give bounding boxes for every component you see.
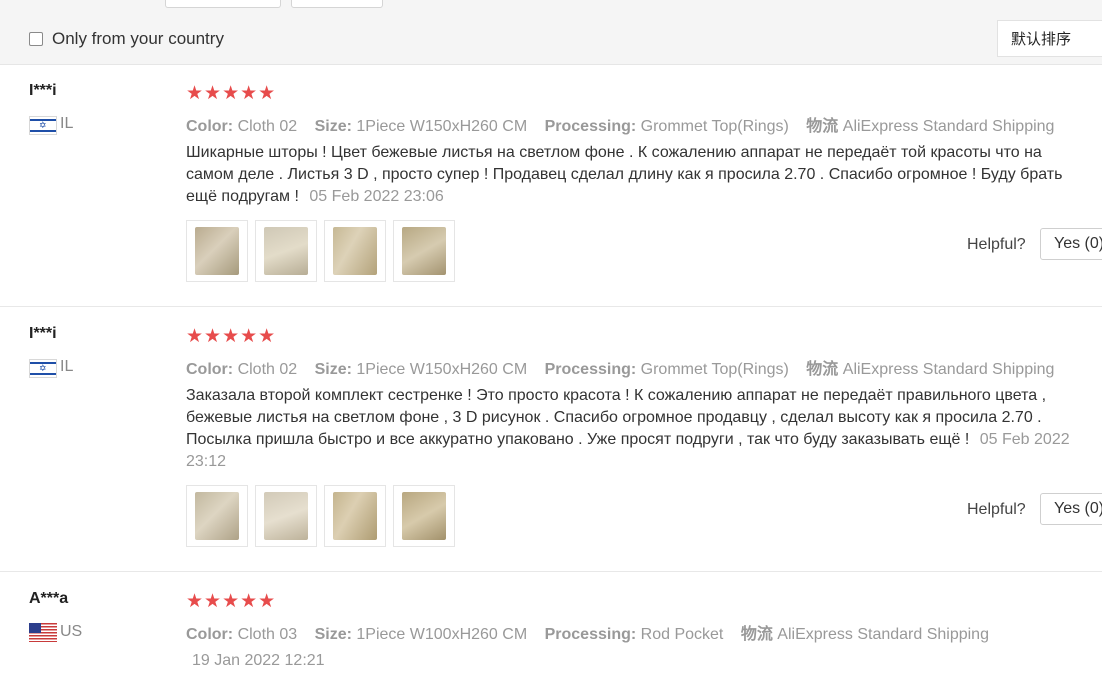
color-value: Cloth 02 — [237, 361, 298, 378]
color-label: Color: — [186, 626, 234, 643]
only-country-label[interactable]: Only from your country — [52, 29, 224, 49]
product-specs: Color: Cloth 03 Size: 1Piece W100xH260 C… — [186, 620, 989, 644]
size-value: 1Piece W100xH260 CM — [356, 626, 528, 643]
shipping-value: AliExpress Standard Shipping — [842, 118, 1055, 135]
color-label: Color: — [186, 118, 234, 135]
reviewer-name: I***i — [29, 325, 57, 342]
review-photo[interactable] — [324, 220, 386, 282]
processing-label: Processing: — [544, 626, 637, 643]
color-label: Color: — [186, 361, 234, 378]
israel-flag-icon: ✡ — [29, 359, 57, 378]
israel-flag-icon: ✡ — [29, 116, 57, 135]
star-rating: ★★★★★ — [186, 591, 277, 612]
only-country-checkbox[interactable] — [29, 32, 43, 46]
shipping-label: 物流 — [806, 118, 839, 135]
processing-value: Rod Pocket — [640, 626, 724, 643]
review-text: 19 Jan 2022 12:21 — [186, 650, 1086, 672]
size-value: 1Piece W150xH260 CM — [356, 118, 528, 135]
helpful-label: Helpful? — [967, 236, 1026, 253]
processing-label: Processing: — [544, 118, 637, 135]
processing-value: Grommet Top(Rings) — [640, 361, 789, 378]
helpful-yes-button[interactable]: Yes (0) — [1040, 493, 1102, 525]
product-specs: Color: Cloth 02 Size: 1Piece W150xH260 C… — [186, 355, 1054, 379]
reviewer-country: IL — [60, 358, 74, 375]
reviewer-country: IL — [60, 115, 74, 132]
reviewer-country: US — [60, 623, 83, 640]
product-specs: Color: Cloth 02 Size: 1Piece W150xH260 C… — [186, 112, 1054, 136]
size-value: 1Piece W150xH260 CM — [356, 361, 528, 378]
review-date: 19 Jan 2022 12:21 — [192, 652, 325, 669]
filter-dropdown[interactable] — [165, 0, 281, 8]
size-label: Size: — [314, 626, 352, 643]
review-body: Заказала второй комплект сестренке ! Это… — [186, 387, 1047, 448]
reviewer-name: I***i — [29, 82, 57, 99]
shipping-value: AliExpress Standard Shipping — [842, 361, 1055, 378]
review-photo[interactable] — [255, 485, 317, 547]
review-photo[interactable] — [324, 485, 386, 547]
reviewer-name: A***a — [29, 590, 69, 607]
review-text: Заказала второй комплект сестренке ! Это… — [186, 385, 1086, 473]
color-value: Cloth 03 — [237, 626, 298, 643]
review-photo[interactable] — [186, 220, 248, 282]
processing-label: Processing: — [544, 361, 637, 378]
review-divider — [0, 306, 1102, 307]
size-label: Size: — [314, 118, 352, 135]
helpful-label: Helpful? — [967, 501, 1026, 518]
us-flag-icon — [29, 623, 57, 642]
review-photo[interactable] — [255, 220, 317, 282]
review-date: 05 Feb 2022 23:06 — [309, 188, 444, 205]
review-divider — [0, 571, 1102, 572]
size-label: Size: — [314, 361, 352, 378]
color-value: Cloth 02 — [237, 118, 298, 135]
helpful-yes-button[interactable]: Yes (0) — [1040, 228, 1102, 260]
shipping-label: 物流 — [806, 361, 839, 378]
shipping-label: 物流 — [740, 626, 773, 643]
star-rating: ★★★★★ — [186, 83, 277, 104]
processing-value: Grommet Top(Rings) — [640, 118, 789, 135]
shipping-value: AliExpress Standard Shipping — [777, 626, 989, 643]
filter-bar: Only from your country 默认排序 — [0, 0, 1102, 65]
review-text: Шикарные шторы ! Цвет бежевые листья на … — [186, 142, 1086, 208]
filter-dropdown[interactable] — [291, 0, 383, 8]
sort-select[interactable]: 默认排序 — [997, 20, 1102, 57]
review-photo[interactable] — [393, 220, 455, 282]
review-photo[interactable] — [186, 485, 248, 547]
review-photo[interactable] — [393, 485, 455, 547]
star-rating: ★★★★★ — [186, 326, 277, 347]
